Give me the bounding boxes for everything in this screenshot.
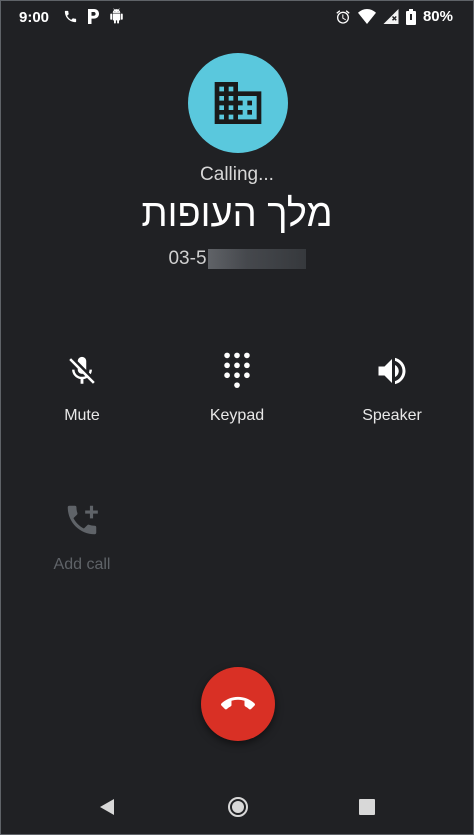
battery-percent: 80% — [422, 8, 453, 25]
parking-icon — [87, 8, 100, 24]
home-icon — [227, 796, 249, 818]
dialpad-icon — [220, 351, 254, 391]
nav-back-button[interactable] — [93, 793, 121, 821]
signal-icon — [383, 9, 399, 24]
recents-icon — [358, 798, 376, 816]
caller-number: 03-5 — [168, 248, 306, 270]
android-icon — [109, 8, 124, 24]
end-call-button[interactable] — [201, 667, 275, 741]
wifi-icon — [357, 9, 376, 24]
add-call-button[interactable]: Add call — [22, 498, 142, 574]
speaker-label: Speaker — [362, 407, 422, 424]
alarm-icon — [335, 9, 351, 25]
status-time: 9:00 — [19, 9, 50, 26]
end-call-icon — [221, 687, 255, 721]
caller-number-text: 03-5 — [168, 248, 207, 269]
caller-avatar — [188, 53, 288, 153]
navigation-bar — [1, 779, 473, 834]
mic-off-icon — [65, 354, 99, 388]
keypad-label: Keypad — [209, 407, 265, 424]
number-redaction — [207, 249, 306, 269]
nav-home-button[interactable] — [224, 793, 252, 821]
keypad-button[interactable]: Keypad — [177, 349, 297, 425]
nav-recents-button[interactable] — [353, 793, 381, 821]
add-call-icon — [63, 501, 101, 539]
speaker-button[interactable]: Speaker — [332, 349, 452, 425]
add-call-label: Add call — [53, 556, 111, 573]
mute-label: Mute — [64, 407, 100, 424]
battery-icon — [405, 8, 416, 25]
caller-name: מלך העופות — [141, 193, 333, 235]
business-icon — [210, 75, 266, 131]
status-bar: 9:00 80% — [1, 1, 473, 33]
mute-button[interactable]: Mute — [22, 349, 142, 425]
call-state-text: Calling... — [200, 164, 274, 185]
volume-icon — [374, 353, 410, 389]
call-screen: 9:00 80% Calling... מלך העופות 03-5 Mute… — [0, 0, 474, 835]
back-icon — [98, 798, 116, 816]
phone-icon — [63, 9, 78, 24]
